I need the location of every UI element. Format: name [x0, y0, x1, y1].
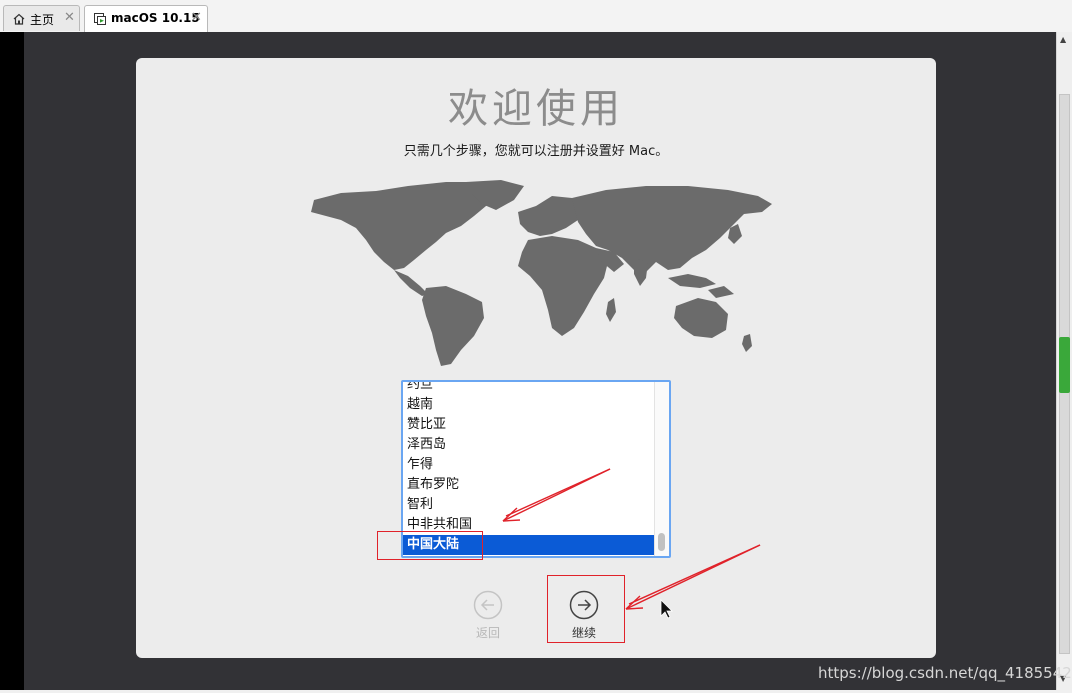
annotation-box-selected-country: [377, 531, 483, 560]
setup-window: 欢迎使用 只需几个步骤，您就可以注册并设置好 Mac。 约旦 越南 赞比亚 泽西…: [136, 58, 936, 658]
vertical-scrollbar[interactable]: ▲ ▼: [1056, 32, 1072, 690]
page-title: 欢迎使用: [448, 86, 624, 132]
tab-macos[interactable]: macOS 10.15 ✕: [84, 5, 208, 33]
arrow-left-circle-icon: [473, 590, 503, 620]
close-icon[interactable]: ✕: [191, 10, 202, 25]
scroll-up-icon[interactable]: ▲: [1060, 35, 1066, 44]
close-icon[interactable]: ✕: [64, 10, 75, 25]
watermark: https://blog.csdn.net/qq_41855420: [818, 664, 1072, 682]
list-item[interactable]: 智利: [407, 495, 433, 515]
list-item[interactable]: 直布罗陀: [407, 475, 459, 495]
back-button[interactable]: 返回: [458, 590, 518, 641]
list-scrollbar-thumb[interactable]: [658, 533, 665, 551]
list-item[interactable]: 乍得: [407, 455, 433, 475]
annotation-box-continue: [547, 575, 625, 643]
home-icon: [13, 13, 25, 25]
tab-home[interactable]: 主页 ✕: [3, 5, 80, 31]
tab-home-label: 主页: [30, 13, 55, 27]
list-item[interactable]: 泽西岛: [407, 435, 446, 455]
back-button-label: 返回: [475, 626, 500, 640]
page-subtitle: 只需几个步骤，您就可以注册并设置好 Mac。: [403, 144, 669, 159]
tab-bar: 主页 ✕ macOS 10.15 ✕: [0, 0, 1072, 33]
vm-icon: [94, 13, 106, 25]
vm-left-edge: [0, 32, 24, 690]
scrollbar-grip[interactable]: [1059, 337, 1070, 393]
list-item[interactable]: 越南: [407, 395, 433, 415]
list-item[interactable]: 赞比亚: [407, 415, 446, 435]
list-scrollbar[interactable]: [654, 382, 669, 556]
world-map: [311, 180, 772, 366]
list-item[interactable]: 约旦: [407, 382, 433, 395]
tab-macos-label: macOS 10.15: [111, 11, 200, 25]
